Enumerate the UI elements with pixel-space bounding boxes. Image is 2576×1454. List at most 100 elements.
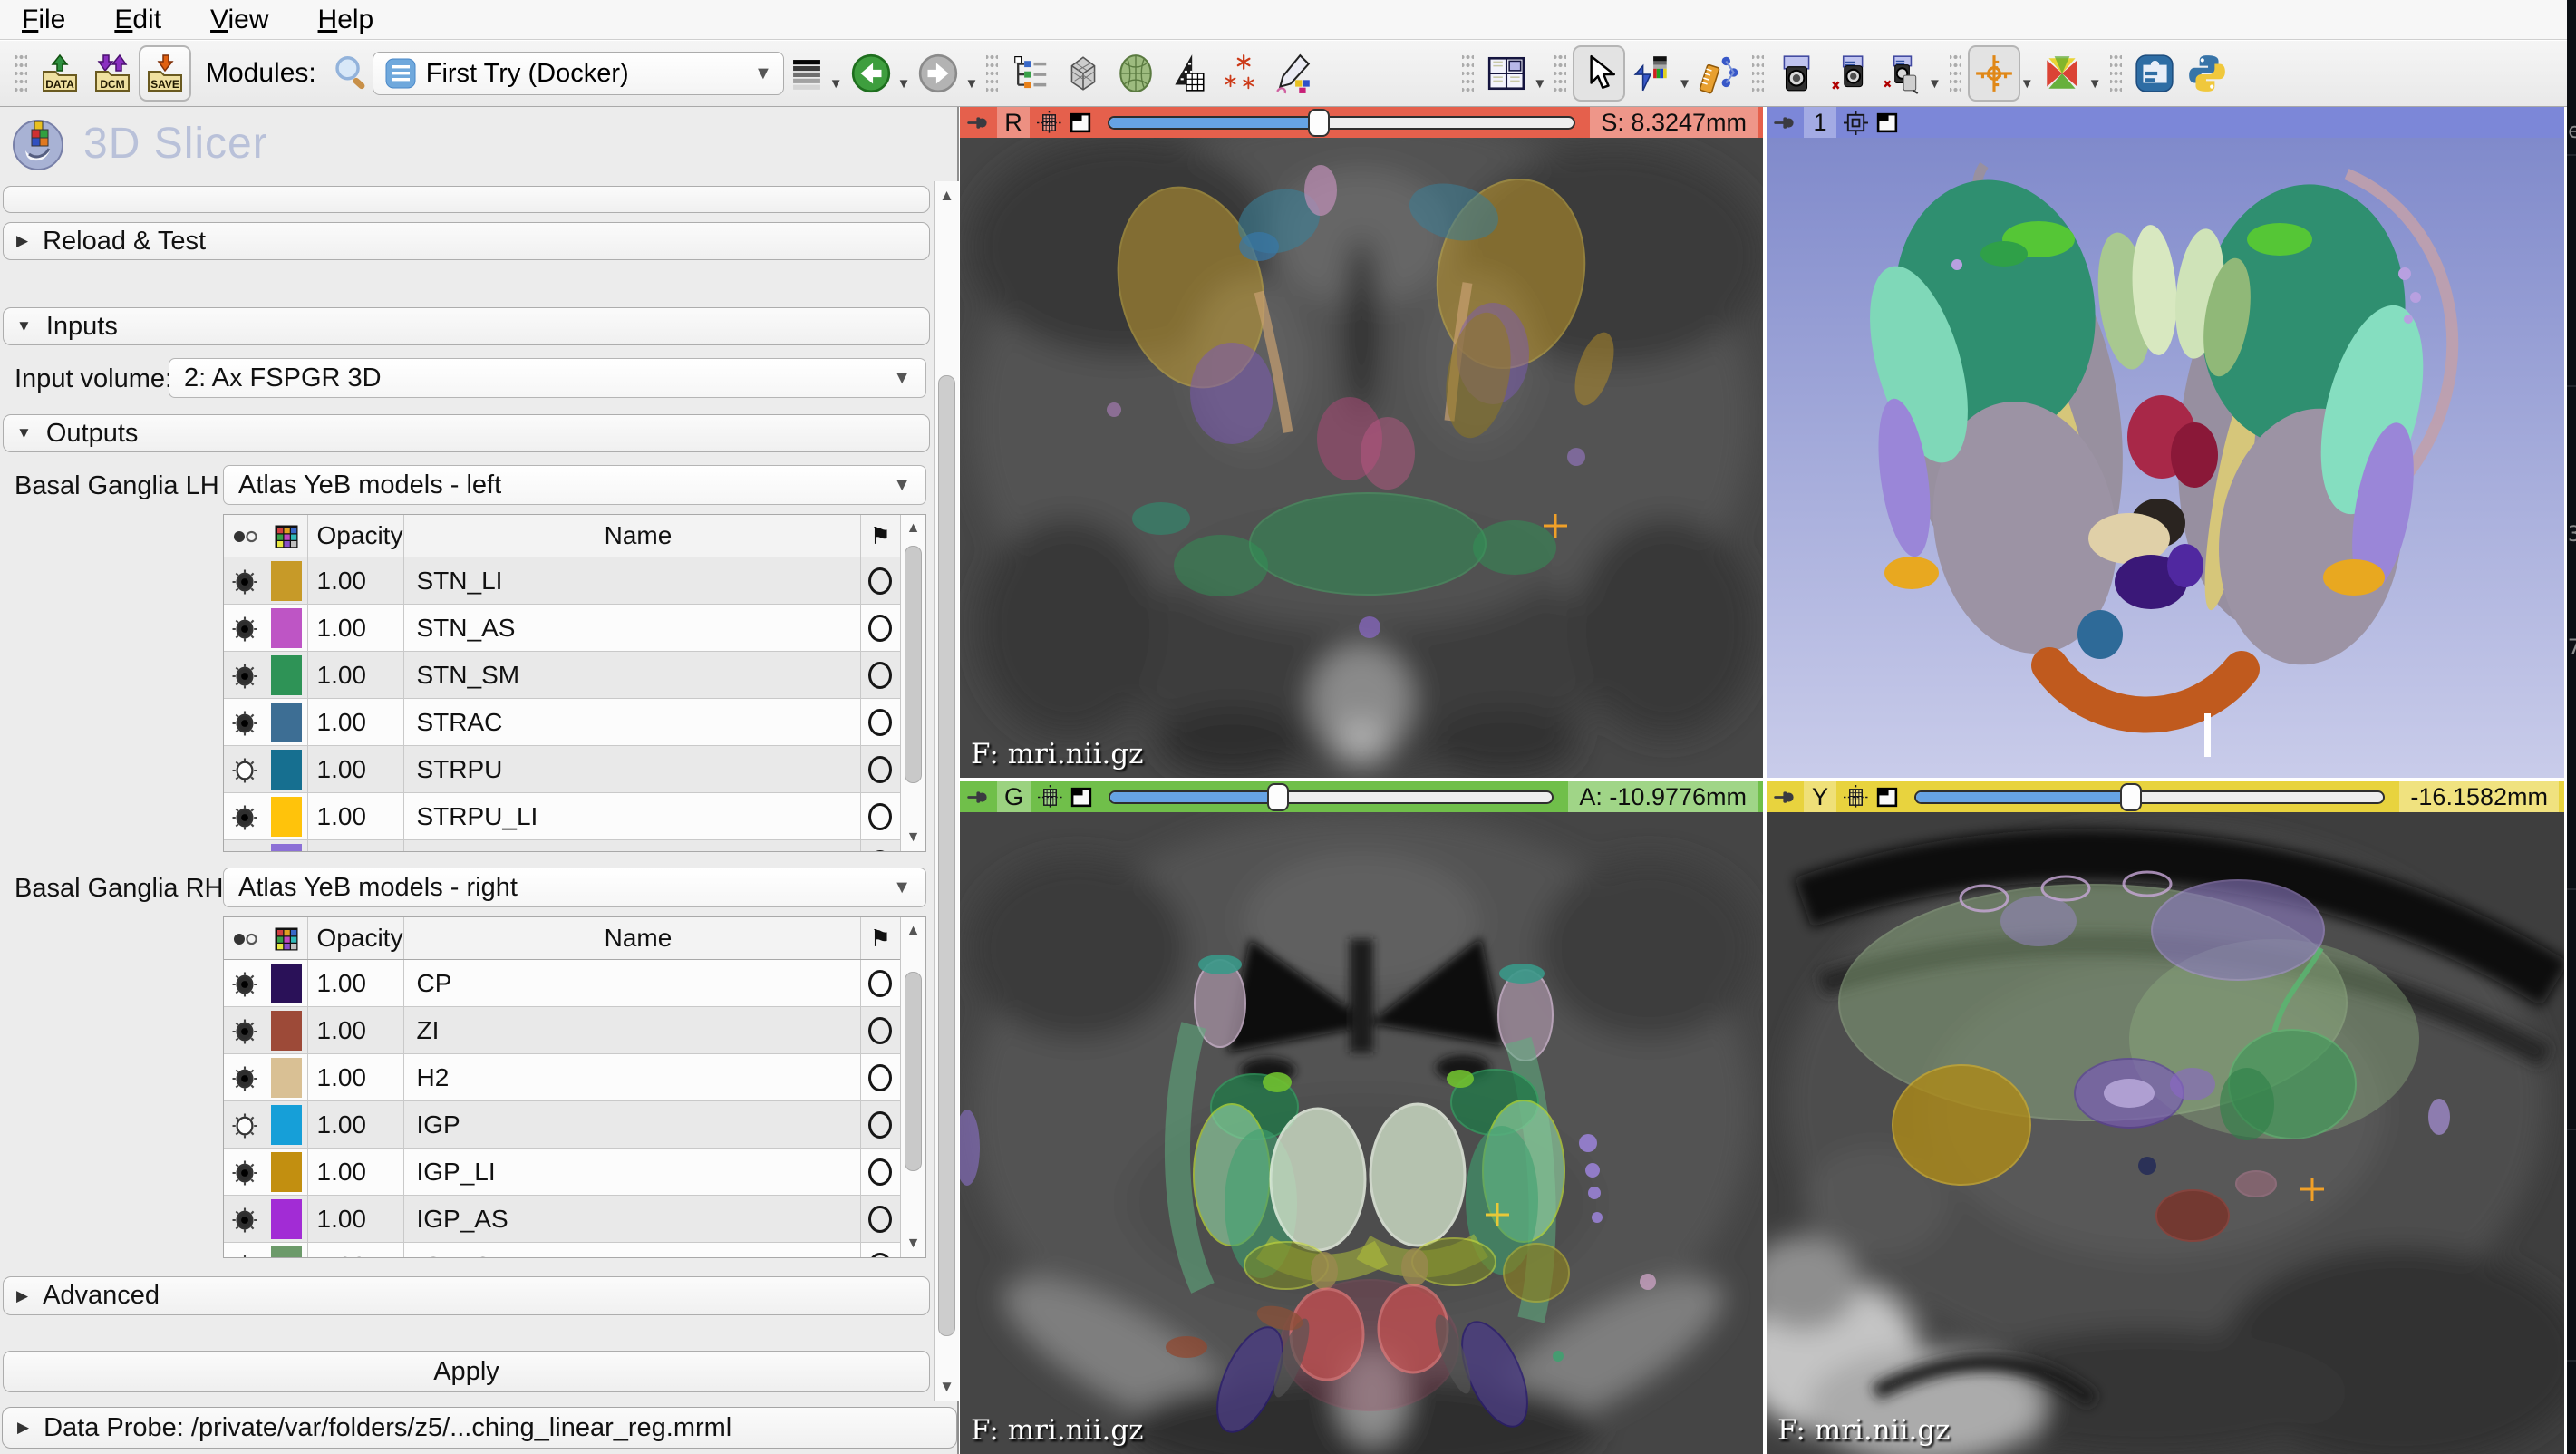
flag-radio[interactable] (860, 960, 900, 1007)
crosshair-box-icon[interactable] (1844, 111, 1868, 135)
name-column-header[interactable]: Name (403, 515, 860, 557)
visibility-toggle[interactable] (224, 1149, 266, 1196)
transforms-button[interactable] (1162, 45, 1215, 102)
flag-radio[interactable] (860, 605, 900, 652)
module-forward-button[interactable] (912, 45, 964, 102)
slice-orientation-badge[interactable]: G (997, 781, 1031, 812)
maximize-view-icon[interactable] (1069, 111, 1093, 135)
opacity-value[interactable]: 1.00 (307, 699, 403, 746)
model-row-STN_SM[interactable]: 1.00STN_SM (224, 652, 900, 699)
visibility-toggle[interactable] (224, 1196, 266, 1243)
color-swatch[interactable] (266, 746, 307, 793)
scroll-down-arrow[interactable]: ▼ (935, 1372, 959, 1401)
color-swatch[interactable] (266, 1054, 307, 1101)
data-probe-bar[interactable]: ▶ Data Probe: /private/var/folders/z5/..… (2, 1407, 957, 1449)
model-row-STN_AS[interactable]: 1.00STN_AS (224, 605, 900, 652)
red-slice-view[interactable]: F: mri.nii.gz (960, 138, 1763, 778)
scroll-down-arrow[interactable]: ▼ (901, 824, 925, 851)
module-selector-combobox[interactable]: First Try (Docker) ▼ (373, 52, 784, 95)
model-row-IGP_SM[interactable]: 1.00IGP_SM (224, 1243, 900, 1259)
section-advanced[interactable]: ▶ Advanced (3, 1276, 930, 1315)
color-swatch[interactable] (266, 699, 307, 746)
chevron-down-icon[interactable]: ▼ (829, 76, 843, 92)
color-swatch[interactable] (266, 793, 307, 840)
opacity-value[interactable]: 1.00 (307, 1243, 403, 1259)
toolbar-drag-handle[interactable] (15, 54, 27, 92)
color-column-header[interactable] (266, 917, 307, 960)
opacity-value[interactable]: 1.00 (307, 960, 403, 1007)
opacity-value[interactable]: 1.00 (307, 840, 403, 853)
dicom-button[interactable]: DCM (86, 45, 139, 102)
visibility-toggle[interactable] (224, 652, 266, 699)
model-row-IGP[interactable]: 1.00IGP (224, 1101, 900, 1149)
color-swatch[interactable] (266, 652, 307, 699)
slice-link-icon[interactable] (1038, 785, 1062, 809)
color-swatch[interactable] (266, 1196, 307, 1243)
flag-radio[interactable] (860, 1149, 900, 1196)
chevron-down-icon[interactable]: ▼ (1533, 76, 1546, 92)
section-inputs[interactable]: ▼ Inputs (3, 307, 930, 345)
table-scrollbar[interactable]: ▲▼ (900, 515, 925, 851)
collapsed-header-bar[interactable] (3, 186, 930, 213)
basal-ganglia-rh-combobox[interactable]: Atlas YeB models - right ▼ (223, 868, 926, 907)
visibility-toggle[interactable] (224, 960, 266, 1007)
python-console-button[interactable] (2181, 45, 2233, 102)
input-volume-combobox[interactable]: 2: Ax FSPGR 3D ▼ (169, 358, 926, 398)
color-column-header[interactable] (266, 515, 307, 557)
opacity-value[interactable]: 1.00 (307, 746, 403, 793)
toolbar-drag-handle[interactable] (1554, 54, 1566, 92)
scroll-up-arrow[interactable]: ▲ (935, 181, 959, 210)
pin-icon[interactable] (965, 111, 990, 135)
scroll-up-arrow[interactable]: ▲ (901, 515, 925, 542)
model-row-IGP_LI[interactable]: 1.00IGP_LI (224, 1149, 900, 1196)
color-swatch[interactable] (266, 1149, 307, 1196)
menu-file[interactable]: File (22, 5, 65, 35)
model-row-STRAC[interactable]: 1.00STRAC (224, 699, 900, 746)
opacity-value[interactable]: 1.00 (307, 652, 403, 699)
opacity-value[interactable]: 1.00 (307, 1101, 403, 1149)
mouse-interaction-button[interactable] (1573, 45, 1625, 102)
flag-radio[interactable] (860, 652, 900, 699)
green-slice-view[interactable]: F: mri.nii.gz (960, 812, 1763, 1454)
pin-icon[interactable] (965, 785, 990, 809)
opacity-value[interactable]: 1.00 (307, 1196, 403, 1243)
table-scrollbar[interactable]: ▲▼ (900, 917, 925, 1257)
model-row-ZI[interactable]: 1.00ZI (224, 1007, 900, 1054)
opacity-value[interactable]: 1.00 (307, 793, 403, 840)
color-swatch[interactable] (266, 1243, 307, 1259)
color-swatch[interactable] (266, 1101, 307, 1149)
visibility-toggle[interactable] (224, 1007, 266, 1054)
model-row-STN_LI[interactable]: 1.00STN_LI (224, 557, 900, 605)
flag-radio[interactable] (860, 793, 900, 840)
opacity-value[interactable]: 1.00 (307, 1054, 403, 1101)
flag-radio[interactable] (860, 1196, 900, 1243)
layout-selector-button[interactable] (1480, 45, 1533, 102)
visibility-toggle[interactable] (224, 793, 266, 840)
name-column-header[interactable]: Name (403, 917, 860, 960)
slider-handle[interactable] (1267, 783, 1289, 811)
models-button[interactable] (1109, 45, 1162, 102)
flag-radio[interactable] (860, 557, 900, 605)
pin-icon[interactable] (1772, 785, 1796, 809)
visibility-toggle[interactable] (224, 746, 266, 793)
section-reload-and-test[interactable]: ▶ Reload & Test (3, 222, 930, 260)
slice-link-icon[interactable] (1037, 111, 1061, 135)
section-outputs[interactable]: ▼ Outputs (3, 414, 930, 452)
flag-column-header[interactable]: ⚑ (860, 917, 900, 960)
chevron-down-icon[interactable]: ▼ (2088, 76, 2102, 92)
adjust-window-level-button[interactable] (1625, 45, 1678, 102)
fiducials-button[interactable] (1215, 45, 1267, 102)
slice-intersections-button[interactable] (2036, 45, 2088, 102)
visibility-toggle[interactable] (224, 1101, 266, 1149)
annotations-button[interactable] (1267, 45, 1320, 102)
apply-button[interactable]: Apply (3, 1351, 930, 1392)
model-row-IGP_AS[interactable]: 1.00IGP_AS (224, 1196, 900, 1243)
slice-offset-slider[interactable] (1109, 790, 1554, 804)
flag-radio[interactable] (860, 840, 900, 853)
module-search-button[interactable] (329, 45, 373, 102)
panel-scrollbar[interactable]: ▲ ▼ (934, 181, 959, 1401)
module-back-button[interactable] (845, 45, 897, 102)
flag-column-header[interactable]: ⚑ (860, 515, 900, 557)
model-row-STRPU_AS[interactable]: 1.00STRPU_AS (224, 840, 900, 853)
view-number-badge[interactable]: 1 (1804, 107, 1836, 138)
